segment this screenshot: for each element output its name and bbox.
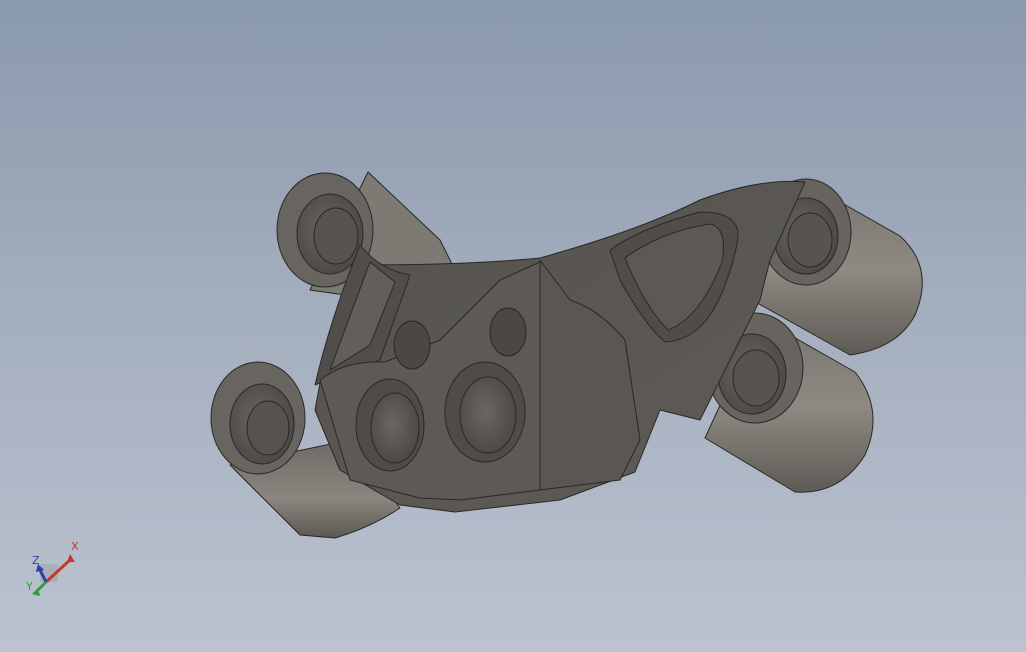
z-axis-label: Z <box>32 554 40 567</box>
x-axis-head <box>67 554 75 562</box>
3d-bracket-model[interactable] <box>0 0 1026 652</box>
y-axis-label: Y <box>25 580 33 593</box>
part-body <box>210 171 923 539</box>
orientation-triad: X Z Y <box>25 540 79 596</box>
x-axis-label: X <box>71 540 79 553</box>
graphics-viewport[interactable]: X Z Y <box>0 0 1026 652</box>
